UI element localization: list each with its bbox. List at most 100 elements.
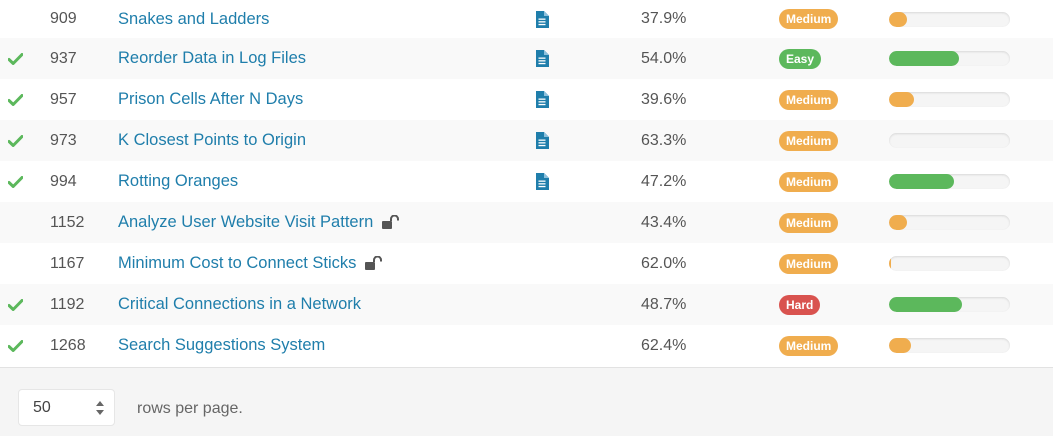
- acceptance-rate: 62.0%: [641, 254, 687, 272]
- rows-per-page-value: 50: [33, 398, 51, 416]
- frequency-cell: [889, 38, 1010, 79]
- solved-status-cell: [8, 79, 24, 120]
- solution-cell: [535, 284, 551, 325]
- difficulty-badge: Medium: [779, 253, 839, 274]
- frequency-bar-fill: [889, 256, 892, 271]
- acceptance-rate: 62.4%: [641, 336, 687, 354]
- acceptance-rate: 39.6%: [641, 90, 687, 108]
- difficulty-badge: Medium: [779, 335, 839, 356]
- solved-status-cell: [8, 284, 24, 325]
- problem-title-link[interactable]: Search Suggestions System: [118, 336, 325, 355]
- frequency-bar-fill: [889, 51, 960, 66]
- acceptance-rate: 54.0%: [641, 49, 687, 67]
- rows-per-page-select[interactable]: 50: [18, 389, 115, 426]
- difficulty-cell: Easy: [779, 38, 822, 79]
- frequency-cell: [889, 202, 1010, 243]
- solution-cell: [535, 325, 551, 366]
- problem-id: 937: [50, 49, 77, 67]
- difficulty-cell: Medium: [779, 120, 839, 161]
- frequency-bar: [889, 297, 1010, 312]
- table-row: 937 Reorder Data in Log Files 54.0% Easy: [0, 38, 1053, 79]
- frequency-bar: [889, 256, 1010, 271]
- problem-id: 957: [50, 90, 77, 108]
- problem-title-link[interactable]: Snakes and Ladders: [118, 10, 269, 29]
- frequency-bar: [889, 133, 1010, 148]
- frequency-bar-fill: [889, 92, 915, 107]
- check-icon: [8, 52, 23, 65]
- solved-status-cell: [8, 243, 24, 284]
- table-row: 909 Snakes and Ladders 37.9% Medium: [0, 0, 1053, 38]
- problem-id: 994: [50, 172, 77, 190]
- document-icon[interactable]: [535, 50, 549, 67]
- solved-status-cell: [8, 120, 24, 161]
- difficulty-badge: Easy: [779, 48, 822, 69]
- difficulty-cell: Medium: [779, 79, 839, 120]
- check-icon: [8, 298, 23, 311]
- table-row: 957 Prison Cells After N Days 39.6% Medium: [0, 79, 1053, 120]
- problem-title-cell: Reorder Data in Log Files: [118, 38, 306, 79]
- acceptance-rate: 37.9%: [641, 10, 687, 27]
- problem-title-cell: Analyze User Website Visit Pattern: [118, 202, 400, 243]
- problem-title-link[interactable]: Rotting Oranges: [118, 172, 238, 191]
- problem-title-cell: K Closest Points to Origin: [118, 120, 306, 161]
- check-icon: [8, 93, 23, 106]
- difficulty-cell: Medium: [779, 202, 839, 243]
- check-icon: [8, 175, 23, 188]
- frequency-bar-fill: [889, 215, 908, 230]
- problem-title-link[interactable]: K Closest Points to Origin: [118, 131, 306, 150]
- solution-cell: [535, 0, 551, 38]
- acceptance-rate: 47.2%: [641, 172, 687, 190]
- document-icon[interactable]: [535, 91, 549, 108]
- problem-title-link[interactable]: Prison Cells After N Days: [118, 90, 303, 109]
- problem-id: 973: [50, 131, 77, 149]
- problem-title-cell: Search Suggestions System: [118, 325, 325, 366]
- solution-cell: [535, 38, 551, 79]
- rows-per-page-label: rows per page.: [137, 400, 243, 417]
- difficulty-cell: Hard: [779, 284, 821, 325]
- frequency-bar: [889, 338, 1010, 353]
- table-row: 1192 Critical Connections in a Network 48.…: [0, 284, 1053, 325]
- check-icon: [8, 134, 23, 147]
- lock-open-icon: [381, 215, 400, 230]
- problem-id: 1167: [50, 254, 85, 272]
- difficulty-cell: Medium: [779, 243, 839, 284]
- sort-arrows-icon: [95, 400, 105, 421]
- solution-cell: [535, 120, 551, 161]
- lock-open-icon: [364, 256, 383, 271]
- document-icon[interactable]: [535, 132, 549, 149]
- problem-title-cell: Critical Connections in a Network: [118, 284, 361, 325]
- frequency-bar-fill: [889, 297, 962, 312]
- acceptance-rate: 48.7%: [641, 295, 687, 313]
- table-row: 994 Rotting Oranges 47.2% Medium: [0, 161, 1053, 202]
- difficulty-cell: Medium: [779, 0, 839, 38]
- frequency-bar-fill: [889, 338, 911, 353]
- problem-title-link[interactable]: Analyze User Website Visit Pattern: [118, 213, 373, 232]
- document-icon[interactable]: [535, 173, 549, 190]
- problem-id: 909: [50, 10, 77, 27]
- solution-cell: [535, 243, 551, 284]
- solution-cell: [535, 161, 551, 202]
- problem-id: 1192: [50, 295, 85, 313]
- difficulty-badge: Medium: [779, 171, 839, 192]
- acceptance-rate: 43.4%: [641, 213, 687, 231]
- difficulty-badge: Medium: [779, 212, 839, 233]
- check-icon: [8, 339, 23, 352]
- frequency-bar: [889, 51, 1010, 66]
- solution-cell: [535, 79, 551, 120]
- solution-cell: [535, 202, 551, 243]
- difficulty-cell: Medium: [779, 325, 839, 366]
- problem-title-cell: Snakes and Ladders: [118, 0, 269, 38]
- acceptance-rate: 63.3%: [641, 131, 687, 149]
- table-footer: 50 rows per page.: [0, 367, 1053, 436]
- problem-title-link[interactable]: Critical Connections in a Network: [118, 295, 361, 314]
- difficulty-badge: Medium: [779, 89, 839, 110]
- problem-title-link[interactable]: Minimum Cost to Connect Sticks: [118, 254, 356, 273]
- difficulty-badge: Hard: [779, 294, 821, 315]
- document-icon[interactable]: [535, 10, 549, 28]
- solved-status-cell: [8, 202, 24, 243]
- table-row: 1268 Search Suggestions System 62.4% Medium: [0, 325, 1053, 366]
- table-row: 973 K Closest Points to Origin 63.3% Medium: [0, 120, 1053, 161]
- table-row: 1152 Analyze User Website Visit Pattern 43…: [0, 202, 1053, 243]
- problem-title-link[interactable]: Reorder Data in Log Files: [118, 49, 306, 68]
- solved-status-cell: [8, 325, 24, 366]
